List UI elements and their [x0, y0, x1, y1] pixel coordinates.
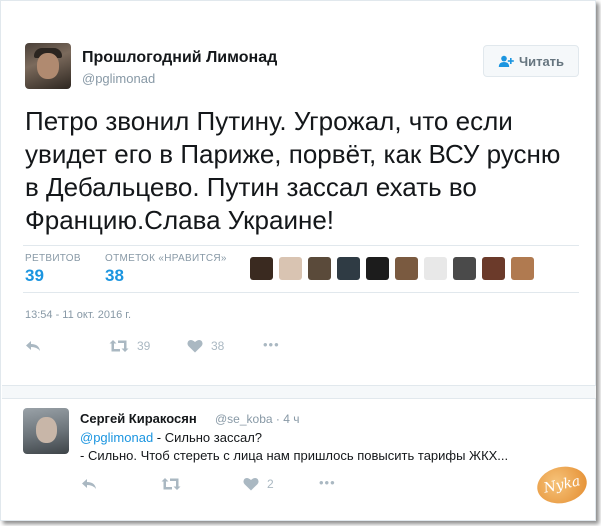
more-action[interactable]: ••• — [263, 337, 280, 352]
retweets-label[interactable]: РЕТВИТОВ — [25, 253, 81, 264]
stats-bottom-divider — [23, 292, 579, 293]
user-plus-icon — [498, 55, 514, 67]
reply-author-handle[interactable]: @se_koba — [215, 412, 273, 426]
reply-more-action[interactable]: ••• — [319, 475, 336, 490]
reply-like-count: 2 — [267, 477, 274, 491]
tweet-text-line: Петро звонил Путину. Угрожал, что если — [25, 106, 513, 136]
retweet-action[interactable]: 39 — [109, 339, 150, 353]
liker-avatar[interactable] — [250, 257, 273, 280]
retweets-count[interactable]: 39 — [25, 266, 44, 286]
liker-avatar[interactable] — [279, 257, 302, 280]
reply-meta: @se_koba · 4 ч — [215, 412, 300, 426]
liker-avatar[interactable] — [337, 257, 360, 280]
liker-avatar[interactable] — [366, 257, 389, 280]
retweet-icon — [161, 478, 181, 490]
retweet-count: 39 — [137, 339, 151, 353]
reply-author-name[interactable]: Сергей Киракосян — [80, 411, 197, 426]
liker-avatar[interactable] — [453, 257, 476, 280]
liker-avatar[interactable] — [511, 257, 534, 280]
likes-label[interactable]: ОТМЕТОК «НРАВИТСЯ» — [105, 253, 227, 264]
follow-button[interactable]: Читать — [483, 45, 579, 77]
tweet-text-line: увидет его в Париже, порвёт, как ВСУ рус… — [25, 139, 561, 169]
avatar-face — [37, 53, 59, 79]
reply-text-line-2: - Сильно. Чтоб стереть с лица нам пришло… — [80, 448, 509, 463]
reply-reply-action[interactable] — [81, 477, 97, 491]
tweet-text-line: Францию.Слава Украине! — [25, 205, 335, 235]
follow-button-label: Читать — [518, 53, 565, 69]
reply-age[interactable]: 4 ч — [283, 412, 299, 426]
likes-count[interactable]: 38 — [105, 266, 124, 286]
reply-icon — [26, 341, 40, 351]
more-icon: ••• — [263, 337, 280, 352]
reply-separator — [2, 385, 596, 399]
reply-action[interactable] — [25, 339, 41, 353]
reply-retweet-action[interactable] — [161, 477, 181, 491]
liker-avatar[interactable] — [482, 257, 505, 280]
liker-avatar[interactable] — [395, 257, 418, 280]
reply-avatar-face — [36, 417, 57, 443]
retweet-icon — [109, 340, 129, 352]
liker-avatar[interactable] — [424, 257, 447, 280]
tweet-card: Прошлогодний Лимонад @pglimonad Читать П… — [0, 0, 596, 521]
tweet-timestamp[interactable]: 13:54 - 11 окт. 2016 г. — [25, 309, 131, 321]
stats-top-divider — [23, 245, 579, 246]
reply-mention-link[interactable]: @pglimonad — [80, 430, 153, 445]
tweet-text-line: в Дебальцево. Путин зассал ехать во — [25, 172, 477, 202]
heart-icon — [187, 340, 203, 353]
author-handle[interactable]: @pglimonad — [82, 71, 155, 86]
author-avatar[interactable] — [25, 43, 71, 89]
reply-like-action[interactable]: 2 — [243, 477, 274, 491]
reply-text: - Сильно зассал? — [153, 430, 263, 445]
liker-avatars — [250, 257, 534, 280]
more-icon: ••• — [319, 475, 336, 490]
tweet-text: Петро звонил Путину. Угрожал, что если у… — [25, 105, 585, 237]
watermark-logo: Nyka — [533, 462, 591, 508]
watermark-text: Nyka — [542, 473, 582, 497]
like-action[interactable]: 38 — [187, 339, 224, 353]
reply-author-avatar[interactable] — [23, 408, 69, 454]
reply-text-line-1: @pglimonad - Сильно зассал? — [80, 430, 262, 445]
heart-icon — [243, 478, 259, 491]
reply-icon — [82, 479, 96, 489]
liker-avatar[interactable] — [308, 257, 331, 280]
author-name[interactable]: Прошлогодний Лимонад — [82, 49, 277, 67]
like-count: 38 — [211, 339, 225, 353]
